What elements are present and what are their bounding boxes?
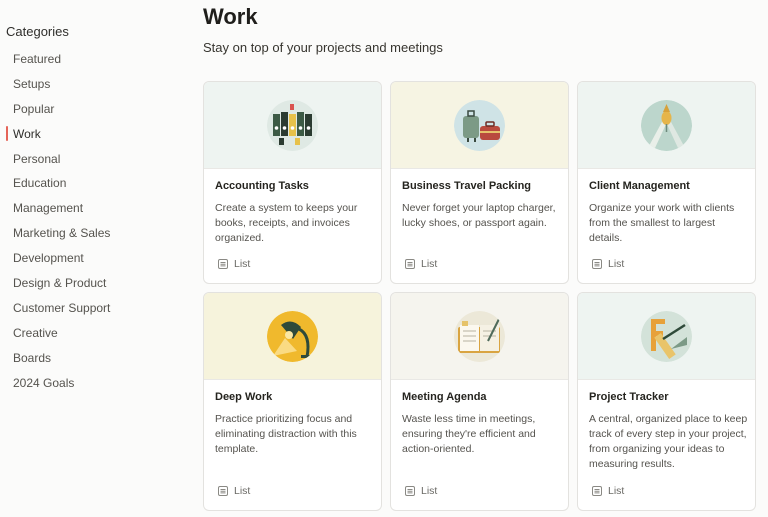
sidebar-item-creative[interactable]: Creative [0, 323, 190, 348]
card-art [204, 293, 381, 380]
sidebar-item-boards[interactable]: Boards [0, 348, 190, 373]
card-type-label: List [608, 485, 625, 497]
card-description: Waste less time in meetings, ensuring th… [402, 413, 536, 455]
card-description: Create a system to keeps your books, rec… [215, 202, 358, 244]
list-icon [592, 259, 602, 269]
card-title: Client Management [589, 180, 690, 192]
list-icon [592, 486, 602, 496]
sidebar-heading: Categories [6, 24, 69, 39]
card-type: List [405, 485, 437, 497]
sidebar-item-featured[interactable]: Featured [0, 49, 190, 74]
card-art [391, 293, 568, 380]
main-content: Work Stay on top of your projects and me… [203, 0, 768, 517]
template-card-client-management[interactable]: Client Management Organize your work wit… [577, 81, 756, 284]
handshake-icon [641, 100, 692, 151]
card-art [578, 82, 755, 169]
sidebar-list: Featured Setups Popular Work Personal Ed… [0, 49, 190, 397]
list-icon [405, 259, 415, 269]
notebook-icon [454, 311, 505, 362]
card-type-label: List [421, 485, 438, 497]
sidebar-item-customer-support[interactable]: Customer Support [0, 298, 190, 323]
drafting-tools-icon [641, 311, 692, 362]
template-card-project-tracker[interactable]: Project Tracker A central, organized pla… [577, 292, 756, 511]
card-type-label: List [234, 258, 251, 270]
list-icon [405, 486, 415, 496]
sidebar-item-work[interactable]: Work [0, 124, 190, 149]
desk-lamp-icon [267, 311, 318, 362]
card-type-label: List [234, 485, 251, 497]
card-art [391, 82, 568, 169]
card-type-label: List [421, 258, 438, 270]
card-description: A central, organized place to keep track… [589, 413, 748, 470]
card-art [578, 293, 755, 380]
binders-icon [267, 100, 318, 151]
card-description: Never forget your laptop charger, lucky … [402, 202, 556, 229]
template-card-meeting-agenda[interactable]: Meeting Agenda Waste less time in meetin… [390, 292, 569, 511]
sidebar-item-management[interactable]: Management [0, 198, 190, 223]
card-art [204, 82, 381, 169]
card-title: Meeting Agenda [402, 391, 487, 403]
template-card-business-travel-packing[interactable]: Business Travel Packing Never forget you… [390, 81, 569, 284]
sidebar: Categories Featured Setups Popular Work … [0, 0, 190, 517]
template-card-accounting-tasks[interactable]: Accounting Tasks Create a system to keep… [203, 81, 382, 284]
sidebar-item-personal[interactable]: Personal [0, 149, 190, 174]
card-type: List [405, 258, 437, 270]
page-subtitle: Stay on top of your projects and meeting… [203, 40, 443, 55]
sidebar-item-development[interactable]: Development [0, 248, 190, 273]
card-title: Accounting Tasks [215, 180, 309, 192]
card-type: List [592, 258, 624, 270]
card-type: List [592, 485, 624, 497]
card-type: List [218, 258, 250, 270]
card-type-label: List [608, 258, 625, 270]
card-title: Business Travel Packing [402, 180, 532, 192]
sidebar-item-2024-goals[interactable]: 2024 Goals [0, 373, 190, 398]
template-card-deep-work[interactable]: Deep Work Practice prioritizing focus an… [203, 292, 382, 511]
sidebar-item-marketing-sales[interactable]: Marketing & Sales [0, 223, 190, 248]
list-icon [218, 259, 228, 269]
sidebar-item-education[interactable]: Education [0, 173, 190, 198]
card-description: Organize your work with clients from the… [589, 202, 735, 244]
card-description: Practice prioritizing focus and eliminat… [215, 413, 357, 455]
card-type: List [218, 485, 250, 497]
luggage-icon [454, 100, 505, 151]
list-icon [218, 486, 228, 496]
sidebar-item-setups[interactable]: Setups [0, 74, 190, 99]
sidebar-item-design-product[interactable]: Design & Product [0, 273, 190, 298]
page-title: Work [203, 4, 258, 29]
card-title: Deep Work [215, 391, 273, 403]
card-title: Project Tracker [589, 391, 669, 403]
sidebar-item-popular[interactable]: Popular [0, 99, 190, 124]
